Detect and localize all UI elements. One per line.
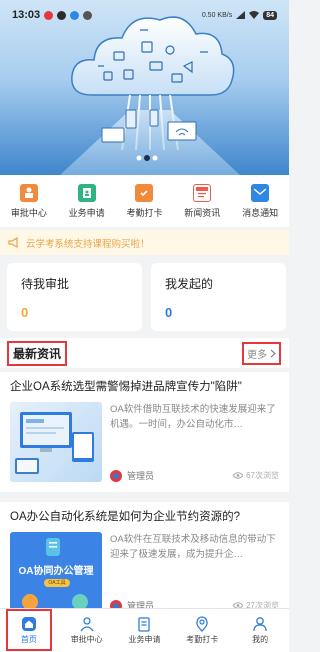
quick-menu-attendance[interactable]: 考勤打卡: [116, 183, 173, 219]
location-pin-icon: [196, 616, 209, 632]
news-item-title: OA办公自动化系统是如何为企业节约资源的?: [10, 511, 241, 523]
news-icon: [193, 183, 212, 202]
news-thumbnail: [10, 402, 102, 482]
wifi-icon: [249, 11, 260, 19]
news-list-item[interactable]: 企业OA系统选型需警惕掉进品牌宣传力"陷阱" OA软件借助互联技术的快速发展迎来…: [0, 372, 289, 492]
quick-menu-notifications[interactable]: 消息通知: [232, 183, 289, 219]
card-title: 我发起的: [165, 277, 214, 291]
quick-menu-news[interactable]: 新闻资讯: [174, 183, 231, 219]
quick-menu: 审批中心 业务申请 考勤打卡 新闻资讯 消息通知: [0, 175, 289, 227]
nav-label: 我的: [252, 635, 269, 644]
avatar: [110, 469, 122, 482]
news-author: 管理员: [110, 469, 154, 482]
nav-profile[interactable]: 我的: [236, 616, 284, 645]
chevron-right-icon: [270, 349, 276, 357]
envelope-icon: [251, 183, 270, 202]
megaphone-icon: [8, 237, 18, 248]
app-notification-icon: [44, 10, 54, 20]
quick-menu-label: 新闻资讯: [184, 207, 221, 218]
user-icon: [80, 617, 94, 632]
bottom-navigation: 首页 审批中心 业务申请 考勤打卡 我的: [0, 608, 289, 652]
quick-menu-label: 审批中心: [10, 207, 47, 218]
battery-indicator: 84: [263, 10, 277, 20]
news-thumbnail: OA协同办公管理 OA工具: [10, 532, 102, 612]
nav-approval-center[interactable]: 审批中心: [63, 616, 111, 645]
author-name: 管理员: [127, 471, 155, 481]
quick-menu-label: 考勤打卡: [126, 207, 163, 218]
nav-label: 业务申请: [128, 635, 161, 644]
news-section-header: 最新资讯 更多: [0, 338, 289, 368]
quick-menu-label: 业务申请: [68, 207, 105, 218]
nav-attendance[interactable]: 考勤打卡: [178, 616, 226, 645]
quick-menu-business-application[interactable]: 业务申请: [58, 183, 115, 219]
news-section-title: 最新资讯: [7, 340, 68, 366]
pending-approval-card[interactable]: 待我审批 0: [7, 263, 142, 331]
thumbnail-caption: OA协同办公管理: [18, 566, 94, 577]
news-item-summary: OA软件借助互联技术的快速发展迎来了机遇。一时间，办公自动化市…: [110, 404, 276, 430]
app-notification-icon: [57, 10, 67, 20]
news-item-summary: OA软件在互联技术及移动信息的带动下迎来了极速发展，成为提升企…: [110, 534, 276, 560]
quick-menu-approval-center[interactable]: 审批中心: [0, 183, 57, 219]
notice-bar[interactable]: 云学考系统支持课程购买啦！: [0, 230, 289, 255]
news-item-title: 企业OA系统选型需警惕掉进品牌宣传力"陷阱": [10, 381, 242, 393]
status-bar: 13:03 0.50 KB/s 84: [0, 0, 289, 30]
notice-text: 云学考系统支持课程购买啦！: [26, 238, 150, 250]
nav-label: 审批中心: [70, 635, 103, 644]
clipboard-icon: [138, 617, 151, 632]
app-notification-icon: [70, 10, 80, 20]
view-count: 67次浏览: [233, 470, 279, 481]
initiated-count: 0: [165, 305, 173, 320]
clipboard-icon: [77, 183, 96, 202]
network-speed: 0.50 KB/s: [201, 11, 233, 19]
app-notification-icon: [83, 10, 93, 20]
initiated-by-me-card[interactable]: 我发起的 0: [151, 263, 286, 331]
profile-icon: [253, 617, 267, 632]
signal-icon: [236, 11, 246, 19]
more-news-button[interactable]: 更多: [242, 341, 281, 365]
stamp-icon: [19, 183, 38, 202]
nav-label: 考勤打卡: [186, 635, 219, 644]
status-time: 13:03: [12, 9, 41, 21]
nav-highlight: [5, 609, 52, 651]
thumbnail-badge: OA工具: [48, 580, 66, 586]
view-count-text: 67次浏览: [246, 471, 279, 480]
more-label: 更多: [247, 349, 267, 361]
eye-icon: [233, 472, 244, 479]
pending-approval-count: 0: [21, 305, 29, 320]
calendar-check-icon: [135, 183, 154, 202]
card-title: 待我审批: [21, 277, 70, 291]
nav-business-application[interactable]: 业务申请: [120, 616, 168, 645]
nav-home[interactable]: 首页: [5, 609, 53, 651]
news-list-item[interactable]: OA办公自动化系统是如何为企业节约资源的? OA协同办公管理 OA工具 OA软件…: [0, 502, 289, 614]
quick-menu-label: 消息通知: [242, 207, 279, 218]
